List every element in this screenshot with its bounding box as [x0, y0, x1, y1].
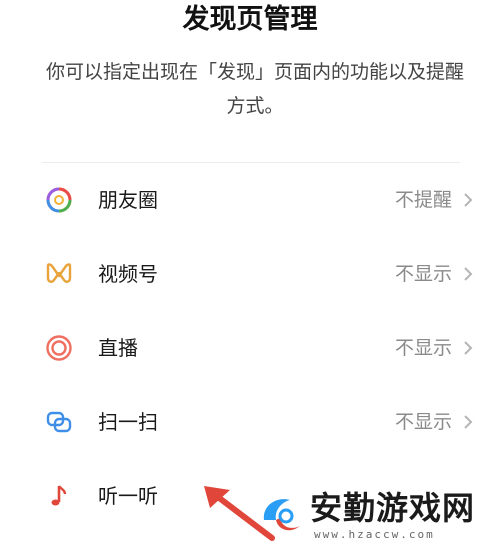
live-icon — [44, 333, 74, 363]
chevron-right-icon — [458, 190, 478, 210]
list-item-live[interactable]: 直播 不显示 — [0, 311, 500, 385]
watermark-logo-icon — [263, 499, 300, 531]
list-item-label: 视频号 — [98, 262, 158, 286]
watermark-url: www.hzaccw.com — [314, 528, 435, 541]
channels-icon — [44, 259, 74, 289]
watermark-text: 安勤游戏网 — [310, 489, 476, 527]
list-item-value: 不显示 — [394, 411, 452, 433]
list-item-moments[interactable]: 朋友圈 不提醒 — [0, 163, 500, 237]
scan-icon — [44, 407, 74, 437]
chevron-right-icon — [458, 412, 478, 432]
list-item-channels[interactable]: 视频号 不显示 — [0, 237, 500, 311]
list-item-scan[interactable]: 扫一扫 不显示 — [0, 385, 500, 459]
music-note-icon — [44, 481, 74, 511]
chevron-right-icon — [458, 338, 478, 358]
chevron-right-icon — [458, 264, 478, 284]
watermark: 安勤游戏网 www.hzaccw.com — [250, 486, 500, 547]
list-item-label: 听一听 — [98, 484, 158, 508]
list-item-label: 朋友圈 — [98, 188, 158, 212]
list-item-label: 直播 — [98, 336, 138, 360]
list-item-value: 不显示 — [394, 263, 452, 285]
moments-icon — [44, 185, 74, 215]
page-description: 你可以指定出现在「发现」页面内的功能以及提醒方式。 — [45, 61, 464, 117]
page-title: 发现页管理 — [182, 4, 318, 35]
list-item-label: 扫一扫 — [98, 410, 158, 434]
list-item-value: 不显示 — [394, 337, 452, 359]
list-item-value: 不提醒 — [394, 189, 452, 211]
